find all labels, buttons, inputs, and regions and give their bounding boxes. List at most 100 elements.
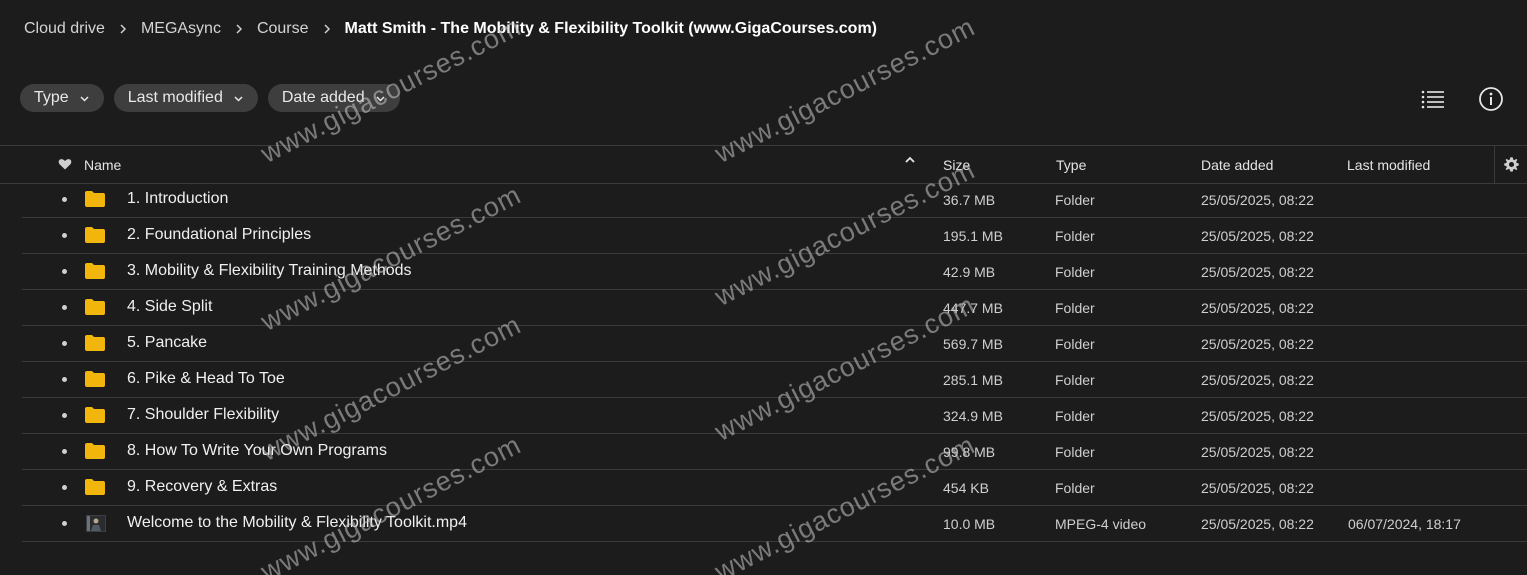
folder-icon [85,407,105,423]
folder-icon [85,227,105,243]
list-view-icon[interactable] [1419,85,1447,113]
last-modified-filter-label: Last modified [127,89,223,106]
file-size: 99.8 MB [943,444,996,460]
row-bullet [62,197,67,202]
file-name: 6. Pike & Head To Toe [127,370,285,387]
chevron-down-icon [376,95,385,102]
table-row[interactable]: 1. Introduction 36.7 MB Folder 25/05/202… [22,182,1527,218]
file-date-added: 25/05/2025, 08:22 [1201,480,1314,496]
column-header-size[interactable]: Size [943,157,970,173]
row-bullet [62,521,67,526]
breadcrumb-cloud-drive[interactable]: Cloud drive [24,20,105,38]
table-row[interactable]: Welcome to the Mobility & Flexibility To… [22,506,1527,542]
file-size: 447.7 MB [943,300,1003,316]
column-header-name[interactable]: Name [84,157,121,173]
file-type: Folder [1055,480,1095,496]
file-date-added: 25/05/2025, 08:22 [1201,264,1314,280]
file-size: 195.1 MB [943,228,1003,244]
folder-icon [85,371,105,387]
chevron-right-icon [105,24,141,34]
file-type: Folder [1055,336,1095,352]
file-name: 8. How To Write Your Own Programs [127,442,387,459]
folder-icon [85,299,105,315]
date-added-filter-label: Date added [281,89,365,106]
table-row[interactable]: 6. Pike & Head To Toe 285.1 MB Folder 25… [22,362,1527,398]
column-header-type[interactable]: Type [1056,157,1086,173]
file-size: 36.7 MB [943,192,996,208]
folder-icon [85,191,105,207]
file-type: Folder [1055,444,1095,460]
file-type: Folder [1055,300,1095,316]
file-name: 7. Shoulder Flexibility [127,406,280,423]
row-bullet [62,305,67,310]
file-size: 10.0 MB [943,516,996,532]
file-size: 569.7 MB [943,336,1003,352]
row-bullet [62,377,67,382]
file-browser: Cloud drive MEGAsync Course Matt Smith -… [0,0,1527,575]
chevron-right-icon [309,24,345,34]
chevron-down-icon [80,95,89,102]
column-header-date-added[interactable]: Date added [1201,157,1273,173]
file-size: 454 KB [943,480,989,496]
table-header: Name Size Type Date added Last modified [0,145,1527,184]
row-bullet [62,233,67,238]
file-date-added: 25/05/2025, 08:22 [1201,300,1314,316]
file-name: 2. Foundational Principles [127,226,312,243]
file-date-added: 25/05/2025, 08:22 [1201,372,1314,388]
table-row[interactable]: 5. Pancake 569.7 MB Folder 25/05/2025, 0… [22,326,1527,362]
heart-icon[interactable] [58,157,72,171]
file-size: 324.9 MB [943,408,1003,424]
gear-icon[interactable] [1494,146,1527,183]
date-added-filter-button[interactable]: Date added [267,84,400,112]
folder-icon [85,263,105,279]
file-date-added: 25/05/2025, 08:22 [1201,408,1314,424]
breadcrumb: Cloud drive MEGAsync Course Matt Smith -… [24,20,877,38]
file-list: 1. Introduction 36.7 MB Folder 25/05/202… [22,182,1527,542]
file-name: 1. Introduction [127,190,229,207]
file-type: Folder [1055,372,1095,388]
folder-icon [85,479,105,495]
file-name: Welcome to the Mobility & Flexibility To… [127,514,467,531]
file-size: 42.9 MB [943,264,996,280]
file-last-modified: 06/07/2024, 18:17 [1348,516,1461,532]
table-row[interactable]: 7. Shoulder Flexibility 324.9 MB Folder … [22,398,1527,434]
type-filter-label: Type [34,89,69,106]
row-bullet [62,449,67,454]
row-bullet [62,413,67,418]
last-modified-filter-button[interactable]: Last modified [113,84,258,112]
breadcrumb-course[interactable]: Course [257,20,309,38]
breadcrumb-megasync[interactable]: MEGAsync [141,20,221,38]
chevron-right-icon [221,24,257,34]
file-date-added: 25/05/2025, 08:22 [1201,444,1314,460]
file-type: Folder [1055,264,1095,280]
file-name: 9. Recovery & Extras [127,478,278,495]
table-row[interactable]: 3. Mobility & Flexibility Training Metho… [22,254,1527,290]
file-date-added: 25/05/2025, 08:22 [1201,228,1314,244]
folder-icon [85,335,105,351]
table-row[interactable]: 2. Foundational Principles 195.1 MB Fold… [22,218,1527,254]
table-row[interactable]: 9. Recovery & Extras 454 KB Folder 25/05… [22,470,1527,506]
table-row[interactable]: 4. Side Split 447.7 MB Folder 25/05/2025… [22,290,1527,326]
breadcrumb-current-folder: Matt Smith - The Mobility & Flexibility … [344,20,878,37]
folder-icon [85,443,105,459]
chevron-down-icon [234,95,243,102]
table-row[interactable]: 8. How To Write Your Own Programs 99.8 M… [22,434,1527,470]
column-header-last-modified[interactable]: Last modified [1347,157,1430,173]
row-bullet [62,269,67,274]
file-type: Folder [1055,192,1095,208]
file-name: 5. Pancake [127,334,208,351]
file-size: 285.1 MB [943,372,1003,388]
info-icon[interactable] [1477,85,1505,113]
file-date-added: 25/05/2025, 08:22 [1201,336,1314,352]
file-date-added: 25/05/2025, 08:22 [1201,192,1314,208]
view-controls [1419,85,1505,113]
sort-ascending-icon[interactable] [904,154,916,166]
file-type: Folder [1055,408,1095,424]
row-bullet [62,341,67,346]
file-type: MPEG-4 video [1055,516,1147,532]
type-filter-button[interactable]: Type [20,84,104,112]
file-name: 3. Mobility & Flexibility Training Metho… [127,262,412,279]
video-thumbnail-icon [86,515,106,532]
file-date-added: 25/05/2025, 08:22 [1201,516,1314,532]
filter-bar: Type Last modified Date added [20,84,400,112]
